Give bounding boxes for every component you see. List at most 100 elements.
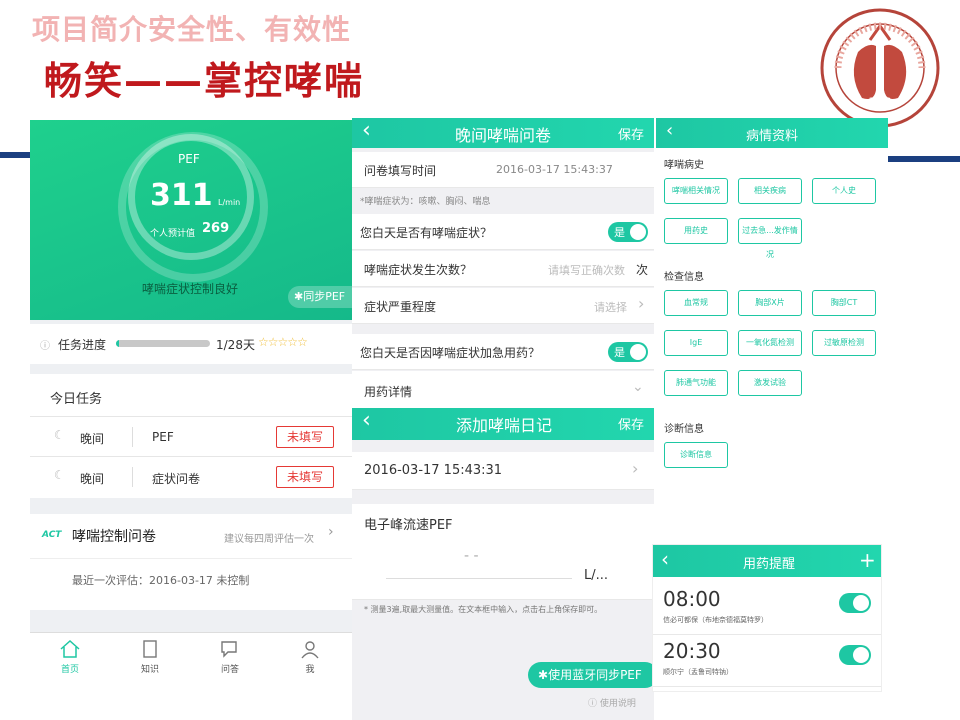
act-hint: 建议每四周评估一次 (224, 534, 314, 545)
divider-right (880, 156, 960, 162)
pef-input-label: 电子峰流速PEF (364, 518, 453, 533)
home-screen: PEF 311 L/min 个人预计值 269 哮喘症状控制良好 ✱同步PEF … (30, 120, 352, 680)
diagnosis-section-title: 诊断信息 (664, 424, 704, 435)
back-icon[interactable]: ‹ (666, 120, 673, 141)
tab-qa[interactable]: 问答 (190, 633, 270, 680)
star-rating: ☆☆☆☆☆ (258, 335, 308, 349)
save-button[interactable]: 保存 (618, 414, 644, 433)
bluetooth-sync-button[interactable]: ✱使用蓝牙同步PEF (528, 662, 654, 688)
chip-allergen-test[interactable]: 过敏原检测 (812, 330, 876, 356)
datetime-row[interactable]: 2016-03-17 15:43:31 › (352, 452, 654, 490)
diary-title: 添加哮喘日记 (456, 416, 553, 435)
save-button[interactable]: 保存 (618, 124, 644, 143)
fill-time-row: 问卷填写时间 2016-03-17 15:43:37 (352, 152, 654, 188)
question-row[interactable]: 用药详情 ⌄ (352, 371, 654, 408)
sync-pef-label: 同步PEF (303, 290, 346, 303)
star-icon: ☆ (297, 335, 308, 349)
reminder-toggle[interactable] (839, 593, 871, 613)
unfilled-button[interactable]: 未填写 (276, 426, 334, 448)
question-row[interactable]: 哮喘症状发生次数？ 请填写正确次数 次 (352, 251, 654, 287)
diary-datetime: 2016-03-17 15:43:31 (364, 463, 503, 478)
chip-no-test[interactable]: 一氧化氮检测 (738, 330, 802, 356)
reminder-row[interactable]: 08:00 信必可都保（布地奈德福莫特罗） (653, 585, 881, 635)
moon-icon: ☾ (54, 428, 65, 442)
question-text: 哮喘症状发生次数？ (364, 263, 473, 277)
tab-home[interactable]: 首页 (30, 633, 110, 680)
question-text: 用药详情 (364, 385, 413, 399)
task-row[interactable]: ☾ 晚间 PEF 未填写 (30, 416, 352, 456)
help-link-label: 使用说明 (599, 699, 636, 709)
question-row[interactable]: 症状严重程度 请选择 › (352, 288, 654, 324)
star-icon: ☆ (277, 335, 289, 349)
star-icon: ☆ (287, 335, 298, 349)
bluetooth-sync-label: 使用蓝牙同步PEF (548, 668, 642, 682)
question-text: 症状严重程度 (364, 300, 437, 314)
help-link[interactable]: ⓘ 使用说明 (588, 696, 636, 709)
records-screen: ‹ 病情资料 哮喘病史 哮喘相关情况 相关疾病 个人史 用药史 过去急...发作… (656, 118, 888, 498)
diary-note: * 测量3遍,取最大测量值。在文本框中输入，点击右上角保存即可。 (364, 605, 603, 614)
act-questionnaire-card[interactable]: ACT 哮喘控制问卷 建议每四周评估一次 › 最近一次评估：2016-03-17… (30, 514, 352, 610)
back-icon[interactable]: ‹ (661, 547, 669, 571)
progress-label: 任务进度 (58, 338, 107, 352)
back-icon[interactable]: ‹ (362, 408, 371, 433)
divider-left (0, 152, 30, 158)
pef-input-card: 电子峰流速PEF - - L/... (352, 504, 654, 600)
task-time: 晚间 (80, 432, 105, 446)
severity-select[interactable]: 请选择 (594, 299, 627, 315)
symptom-note: *哮喘症状为：咳嗽、胸闷、喘息 (360, 197, 491, 207)
act-divider (30, 558, 352, 559)
question-row: 您白天是否因哮喘症状加急用药？ 是 (352, 334, 654, 370)
tab-label: 知识 (140, 665, 159, 675)
add-icon[interactable]: + (859, 548, 876, 572)
tab-me[interactable]: 我 (270, 633, 350, 680)
chevron-right-icon: › (638, 294, 645, 313)
diary-navbar: ‹ 添加哮喘日记 保存 (352, 408, 654, 440)
progress-fill (116, 340, 120, 347)
tab-label: 我 (305, 665, 315, 675)
chat-icon (221, 641, 237, 658)
chip-lung-function[interactable]: 肺通气功能 (664, 370, 728, 396)
unfilled-button[interactable]: 未填写 (276, 466, 334, 488)
task-divider (132, 467, 133, 487)
chip-medication-history[interactable]: 用药史 (664, 218, 728, 244)
task-row[interactable]: ☾ 晚间 症状问卷 未填写 (30, 456, 352, 496)
pef-input-field[interactable]: - - (464, 548, 479, 564)
reminder-row[interactable]: 20:30 顺尔宁（孟鲁司特钠） (653, 637, 881, 687)
task-name: PEF (152, 430, 174, 444)
count-input[interactable]: 请填写正确次数 (548, 262, 625, 278)
toggle-label: 是 (614, 226, 625, 239)
chip-asthma-related[interactable]: 哮喘相关情况 (664, 178, 728, 204)
chip-provocation-test[interactable]: 激发试验 (738, 370, 802, 396)
bluetooth-icon: ✱ (538, 668, 549, 682)
reminder-navbar: ‹ 用药提醒 + (653, 545, 881, 577)
pef-value: 311 (150, 178, 213, 213)
chip-personal-history[interactable]: 个人史 (812, 178, 876, 204)
chip-blood-routine[interactable]: 血常规 (664, 290, 728, 316)
urgent-med-toggle[interactable]: 是 (608, 342, 648, 362)
predicted-label: 个人预计值 (150, 229, 196, 239)
sync-pef-button[interactable]: ✱同步PEF (288, 286, 352, 308)
tab-knowledge[interactable]: 知识 (110, 633, 190, 680)
reminder-time: 20:30 (663, 639, 721, 663)
slide-title: 畅笑——掌控哮喘 (44, 59, 365, 103)
chip-ige[interactable]: IgE (664, 330, 728, 356)
hospital-seal-logo: 1962 (820, 8, 940, 128)
task-time: 晚间 (80, 472, 105, 486)
chip-past-attacks[interactable]: 过去急...发作情况 (738, 218, 802, 259)
task-progress-row: ⓘ 任务进度 1/28天 ☆☆☆☆☆ (30, 324, 352, 364)
pef-unit: L/min (218, 198, 241, 207)
reminder-toggle[interactable] (839, 645, 871, 665)
fill-time-value: 2016-03-17 15:43:37 (496, 163, 613, 176)
reminder-drug: 信必可都保（布地奈德福莫特罗） (663, 616, 768, 624)
task-divider (132, 427, 133, 447)
chip-chest-ct[interactable]: 胸部CT (812, 290, 876, 316)
exam-section-title: 检查信息 (664, 272, 704, 283)
today-tasks-title: 今日任务 (50, 392, 103, 407)
book-icon (143, 640, 157, 658)
symptom-toggle[interactable]: 是 (608, 222, 648, 242)
chip-chest-xray[interactable]: 胸部X片 (738, 290, 802, 316)
progress-text: 1/28天 (216, 338, 255, 352)
chip-diagnosis-info[interactable]: 诊断信息 (664, 442, 728, 468)
chip-related-disease[interactable]: 相关疾病 (738, 178, 802, 204)
home-icon (60, 639, 80, 658)
